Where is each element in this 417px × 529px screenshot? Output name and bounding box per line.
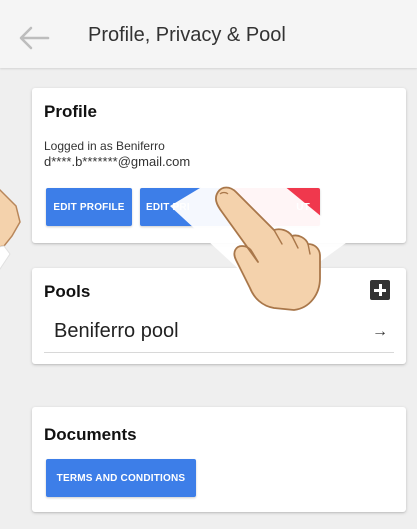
edit-profile-button[interactable]: EDIT PROFILE: [46, 188, 132, 226]
add-pool-button[interactable]: [370, 280, 390, 300]
page-title: Profile, Privacy & Pool: [88, 24, 286, 46]
terms-and-conditions-button[interactable]: TERMS AND CONDITIONS: [46, 459, 196, 497]
app-header: Profile, Privacy & Pool: [0, 0, 417, 68]
email-text: d****.b*******@gmail.com: [44, 154, 191, 169]
screen: Profile, Privacy & Pool Profile Logged i…: [0, 0, 417, 529]
arrow-left-icon: [19, 26, 50, 50]
documents-card: Documents TERMS AND CONDITIONS: [32, 407, 406, 512]
documents-title: Documents: [44, 425, 137, 444]
pool-name: Beniferro pool: [54, 320, 179, 342]
back-button[interactable]: [14, 20, 54, 56]
hand-illustration-left: [0, 188, 21, 270]
tapping-hand-illustration: [170, 158, 350, 311]
pools-title: Pools: [44, 282, 91, 301]
arrow-right-icon: →: [372, 323, 388, 340]
profile-title: Profile: [44, 102, 97, 121]
logged-in-text: Logged in as Beniferro: [44, 139, 165, 153]
